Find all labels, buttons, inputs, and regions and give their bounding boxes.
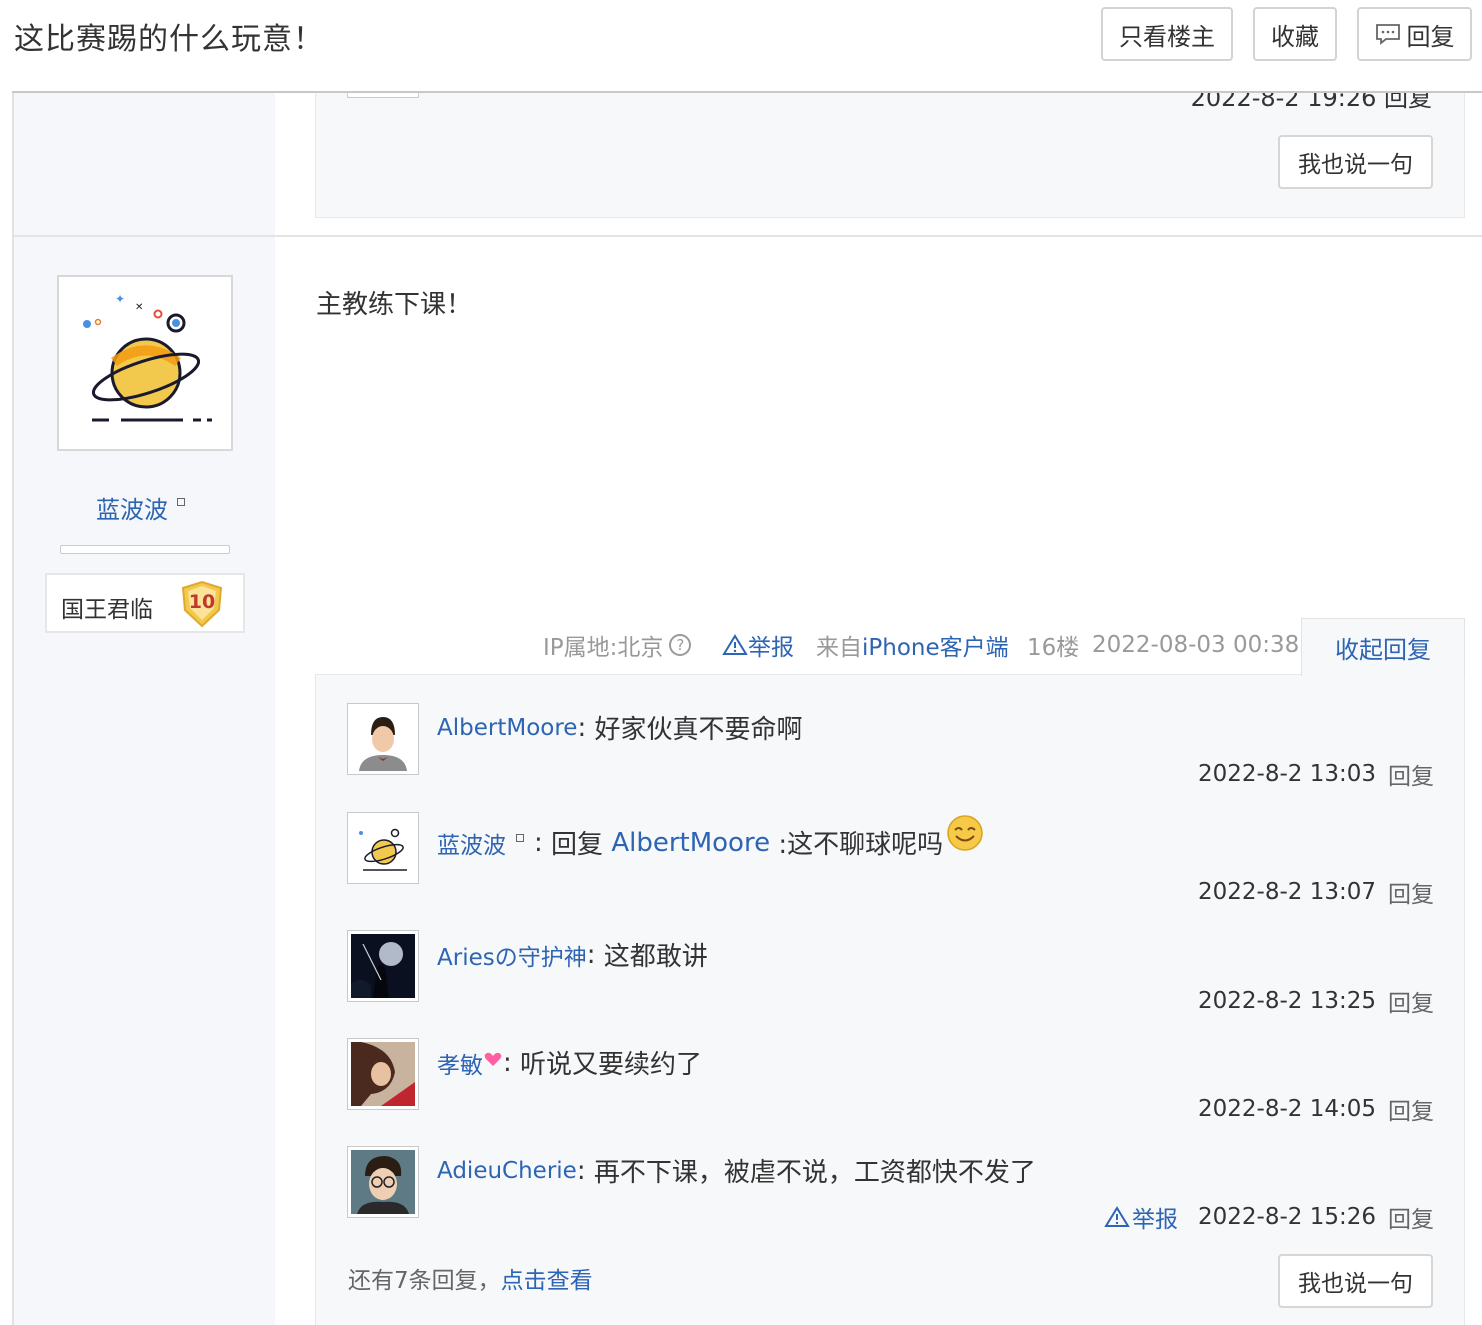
reply-username[interactable]: AdieuCherie xyxy=(437,1158,577,1184)
say-something-button[interactable]: 我也说一句 xyxy=(1278,135,1433,189)
reply-username[interactable]: 蓝波波 xyxy=(437,826,506,860)
only-op-label: 只看楼主 xyxy=(1119,22,1215,51)
reply-word: 回复 xyxy=(551,830,604,860)
planet-avatar-icon xyxy=(351,816,415,880)
warning-icon xyxy=(1104,1206,1130,1227)
reply-to-button[interactable]: 回复 xyxy=(1388,757,1434,791)
reply-text: 听说又要续约了 xyxy=(520,1050,703,1080)
level-number: 10 xyxy=(189,591,215,613)
author-avatar[interactable]: ✦ ✕ xyxy=(57,275,233,451)
reply-time: 2022-8-2 13:03 xyxy=(1198,761,1376,787)
header-divider xyxy=(12,91,1482,93)
reply-label: 回复 xyxy=(1406,22,1455,51)
view-more-link[interactable]: 点击查看 xyxy=(501,1268,593,1294)
reply-avatar[interactable] xyxy=(347,1146,419,1218)
glasses-man-avatar-icon xyxy=(351,1150,415,1214)
rank-title: 国王君临 xyxy=(61,597,153,623)
floor-divider xyxy=(14,235,1482,237)
girl-avatar-icon xyxy=(351,1042,415,1106)
rank-box[interactable]: 国王君临 10 xyxy=(45,573,245,633)
more-replies-text: 还有7条回复， xyxy=(348,1268,501,1294)
svg-text:✦: ✦ xyxy=(115,292,125,306)
thread-header: 这比赛踢的什么玩意！ 只看楼主 收藏 回复 xyxy=(0,0,1482,92)
reply-to-button[interactable]: 回复 xyxy=(1388,875,1434,909)
reply-time: 2022-8-2 13:25 xyxy=(1198,988,1376,1014)
report-label: 举报 xyxy=(748,635,794,661)
previous-reply-time: 2022-8-2 19:26 回复 xyxy=(1190,92,1432,112)
reply-to-button[interactable]: 回复 xyxy=(1388,984,1434,1018)
only-op-button[interactable]: 只看楼主 xyxy=(1101,7,1233,61)
comment-icon xyxy=(1375,23,1401,45)
level-progress-bar xyxy=(60,545,230,554)
author-badge-icon xyxy=(177,498,185,506)
smile-emoji-icon xyxy=(947,814,983,851)
previous-reply-box: 2022-8-2 19:26 回复 我也说一句 xyxy=(315,92,1465,218)
thread-title: 这比赛踢的什么玩意！ xyxy=(14,22,324,57)
ip-location: IP属地:北京 xyxy=(543,635,664,661)
reply-to-button[interactable]: 回复 xyxy=(1388,1092,1434,1126)
reply-avatar[interactable] xyxy=(347,703,419,775)
svg-text:✕: ✕ xyxy=(135,302,143,313)
warning-icon xyxy=(722,634,748,655)
reply-username[interactable]: 孝敏 xyxy=(437,1046,483,1080)
dark-moon-avatar-icon xyxy=(351,934,415,998)
collapse-label: 收起回复 xyxy=(1335,636,1431,664)
floor-number: 16楼 xyxy=(1027,635,1080,661)
source-client[interactable]: iPhone客户端 xyxy=(862,628,1009,662)
heart-icon xyxy=(484,1052,502,1066)
reply-username[interactable]: AlbertMoore xyxy=(437,715,577,741)
post-datetime: 2022-08-03 00:38 xyxy=(1092,632,1300,658)
user-badge-icon xyxy=(516,833,524,842)
reply-avatar[interactable] xyxy=(347,1038,419,1110)
reply-button[interactable]: 回复 xyxy=(1357,7,1472,61)
post-source: 来自 iPhone客户端 xyxy=(816,628,1009,662)
collapse-replies-button[interactable]: 收起回复 xyxy=(1301,618,1465,676)
say-something-label: 我也说一句 xyxy=(1298,1271,1413,1297)
source-prefix: 来自 xyxy=(816,635,862,661)
reply-text: 再不下课，被虐不说，工资都快不发了 xyxy=(593,1158,1036,1188)
reply-to-button[interactable]: 回复 xyxy=(1388,1200,1434,1234)
reply-text: 这都敢讲 xyxy=(603,942,708,972)
reply-text: 好家伙真不要命啊 xyxy=(594,715,803,745)
author-name[interactable]: 蓝波波 xyxy=(96,490,168,525)
reply-username[interactable]: Ariesの守护神 xyxy=(437,938,587,972)
reply-avatar[interactable] xyxy=(347,812,419,884)
post-meta: IP属地:北京 ? xyxy=(543,628,692,662)
thread-page: 这比赛踢的什么玩意！ 只看楼主 收藏 回复 2022-8-2 19:26 回复 … xyxy=(0,0,1482,1325)
reply-time: 2022-8-2 15:26 xyxy=(1198,1204,1376,1230)
reply-time: 2022-8-2 13:07 xyxy=(1198,879,1376,905)
boy-avatar-icon xyxy=(351,707,415,771)
reply-report-label: 举报 xyxy=(1132,1207,1178,1233)
say-something-label: 我也说一句 xyxy=(1298,152,1413,178)
favorite-button[interactable]: 收藏 xyxy=(1253,7,1337,61)
reply-target-username[interactable]: AlbertMoore xyxy=(611,828,770,858)
more-replies: 还有7条回复，点击查看 xyxy=(348,1261,593,1295)
say-something-button[interactable]: 我也说一句 xyxy=(1278,1254,1433,1308)
reply-avatar[interactable] xyxy=(347,930,419,1002)
reply-list: AlbertMoore: 好家伙真不要命啊 2022-8-2 13:03 回复 xyxy=(315,674,1465,1325)
report-link[interactable]: 举报 xyxy=(722,628,794,662)
help-icon[interactable]: ? xyxy=(669,634,692,656)
favorite-label: 收藏 xyxy=(1271,22,1319,51)
reply-time: 2022-8-2 14:05 xyxy=(1198,1096,1376,1122)
reply-text: :这不聊球呢吗 xyxy=(778,830,944,860)
level-shield-icon: 10 xyxy=(181,580,223,628)
reply-report-link[interactable]: 举报 xyxy=(1104,1200,1178,1234)
planet-avatar-icon: ✦ ✕ xyxy=(83,292,212,422)
post-content: 主教练下课！ xyxy=(316,290,473,320)
